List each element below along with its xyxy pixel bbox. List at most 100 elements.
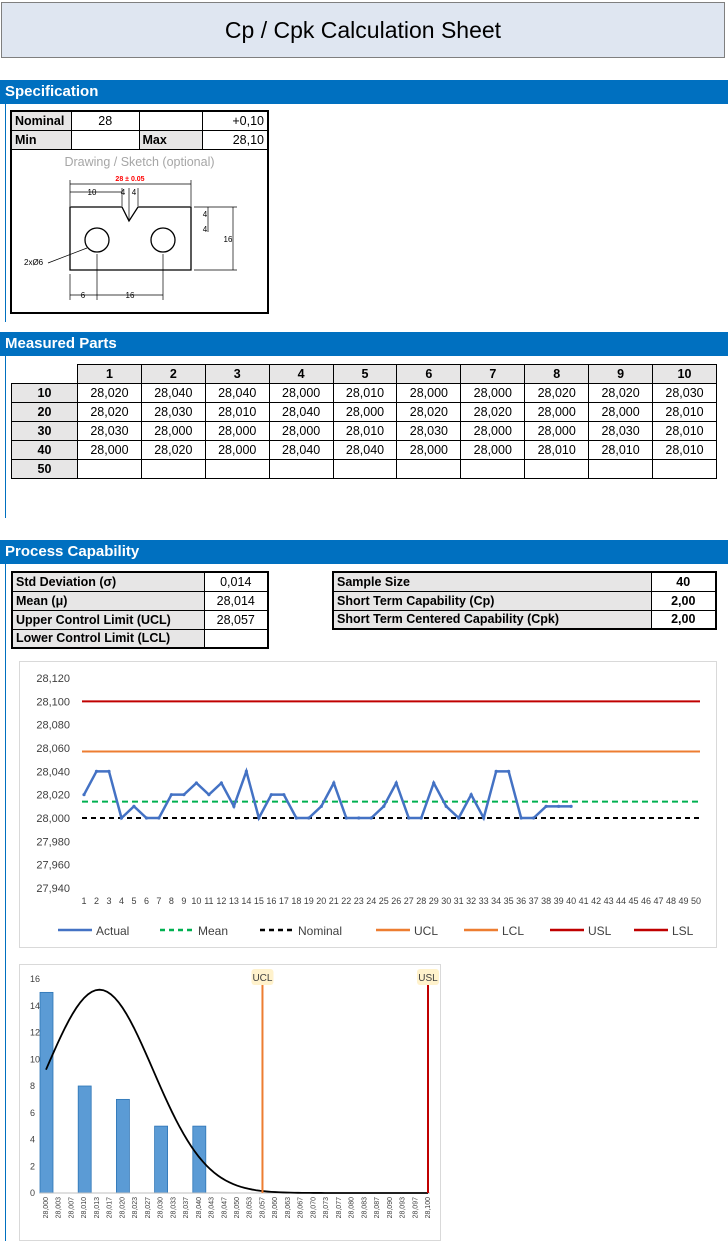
measurement-cell[interactable]: 28,040 — [268, 402, 334, 422]
actual-point — [507, 769, 511, 773]
histogram-frame[interactable]: 16 14 12 10 8 6 4 2 0 28,000 28,003 28,007 28,010 28,… — [19, 964, 441, 1241]
histogram-bar — [116, 1098, 130, 1194]
control-chart: 28,120 28,100 28,080 28,060 28,040 28,020 28,0… — [36, 673, 701, 938]
ucl-value: 28,057 — [203, 609, 269, 630]
dim-4c-label: 4 — [203, 210, 208, 219]
measurement-cell[interactable]: 28,010 — [652, 440, 717, 460]
measurement-cell[interactable]: 28,000 — [77, 440, 142, 460]
measurement-cell[interactable] — [652, 459, 717, 479]
measurement-cell[interactable]: 28,000 — [268, 383, 334, 403]
measurement-cell[interactable]: 28,000 — [268, 421, 334, 441]
dim-6-label: 6 — [81, 291, 86, 300]
measurement-cell[interactable]: 28,000 — [460, 440, 526, 460]
measurement-cell[interactable]: 28,020 — [396, 402, 462, 422]
x-tick-label: 28,087 — [374, 1197, 381, 1219]
measurement-cell[interactable] — [268, 459, 334, 479]
measurement-cell[interactable]: 28,020 — [524, 383, 590, 403]
measurement-cell[interactable]: 28,040 — [140, 383, 206, 403]
x-tick-label: 41 — [579, 896, 589, 906]
measurement-cell[interactable]: 28,040 — [332, 440, 398, 460]
measurement-cell[interactable]: 28,000 — [460, 383, 526, 403]
measurement-cell[interactable]: 28,010 — [524, 440, 590, 460]
x-tick-label: 45 — [629, 896, 639, 906]
measurement-cell[interactable]: 28,010 — [332, 383, 398, 403]
measurement-cell[interactable]: 28,030 — [588, 421, 654, 441]
measurement-cell[interactable]: 28,000 — [524, 421, 590, 441]
hole-left — [84, 227, 110, 253]
x-tick-label: 28,030 — [158, 1197, 165, 1219]
x-tick-label: 31 — [454, 896, 464, 906]
empty-corner — [12, 365, 78, 384]
x-tick-label: 7 — [156, 896, 161, 906]
x-tick-label: 35 — [504, 896, 514, 906]
actual-point — [569, 804, 573, 808]
nominal-value[interactable]: 28 — [70, 111, 140, 131]
tolerance-value[interactable]: +0,10 — [202, 111, 268, 131]
x-tick-label: 38 — [541, 896, 551, 906]
measurement-cell[interactable] — [524, 459, 590, 479]
measurement-cell[interactable]: 28,000 — [140, 421, 206, 441]
x-tick-label: 13 — [229, 896, 239, 906]
measurement-cell[interactable]: 28,010 — [652, 402, 717, 422]
std-deviation-value: 0,014 — [203, 571, 269, 592]
control-chart-frame[interactable]: 28,120 28,100 28,080 28,060 28,040 28,020 28,0… — [19, 661, 717, 948]
nominal-label: Nominal — [11, 111, 72, 131]
lcl-value — [203, 628, 269, 649]
measurement-cell[interactable]: 28,020 — [77, 402, 142, 422]
measurement-cell[interactable]: 28,020 — [460, 402, 526, 422]
measurement-cell[interactable] — [77, 459, 142, 479]
measurement-cell[interactable]: 28,030 — [77, 421, 142, 441]
measurement-cell[interactable]: 28,000 — [396, 440, 462, 460]
x-tick-label: 28,100 — [425, 1197, 432, 1219]
measurement-cell[interactable]: 28,030 — [396, 421, 462, 441]
dim-4b-label: 4 — [132, 188, 137, 197]
measurement-cell[interactable] — [332, 459, 398, 479]
legend-label: Mean — [198, 924, 228, 938]
measurement-cell[interactable] — [396, 459, 462, 479]
column-header: 2 — [140, 364, 206, 384]
measurement-cell[interactable]: 28,040 — [268, 440, 334, 460]
actual-point — [432, 781, 436, 785]
measurement-cell[interactable]: 28,020 — [140, 440, 206, 460]
x-tick-label: 50 — [691, 896, 701, 906]
measurement-cell[interactable]: 28,010 — [204, 402, 270, 422]
x-tick-label: 28,013 — [94, 1197, 101, 1219]
measurement-cell[interactable]: 28,000 — [204, 421, 270, 441]
column-header: 1 — [77, 364, 142, 384]
measurement-cell[interactable]: 28,000 — [332, 402, 398, 422]
measurement-cell[interactable] — [140, 459, 206, 479]
measurement-cell[interactable]: 28,000 — [588, 402, 654, 422]
actual-point — [257, 816, 261, 820]
measurement-cell[interactable] — [588, 459, 654, 479]
measurement-cell[interactable]: 28,010 — [588, 440, 654, 460]
min-value[interactable] — [70, 130, 140, 150]
column-header: 10 — [652, 364, 717, 384]
actual-point — [444, 804, 448, 808]
x-tick-label: 19 — [304, 896, 314, 906]
measurement-cell[interactable]: 28,000 — [396, 383, 462, 403]
measurement-cell[interactable]: 28,010 — [652, 421, 717, 441]
y-tick-label: 28,120 — [36, 673, 70, 685]
y-tick-label: 14 — [30, 1001, 40, 1011]
part-outline — [69, 206, 192, 271]
measurement-cell[interactable]: 28,020 — [77, 383, 142, 403]
measurement-cell[interactable]: 28,040 — [204, 383, 270, 403]
measurement-cell[interactable]: 28,000 — [460, 421, 526, 441]
max-value[interactable]: 28,10 — [202, 130, 268, 150]
row-header: 50 — [11, 459, 78, 479]
measurement-cell[interactable]: 28,020 — [588, 383, 654, 403]
measurement-cell[interactable]: 28,030 — [140, 402, 206, 422]
measurement-cell[interactable]: 28,030 — [652, 383, 717, 403]
x-tick-label: 22 — [341, 896, 351, 906]
actual-point — [357, 816, 361, 820]
x-tick-label: 28,097 — [412, 1197, 419, 1219]
measurement-cell[interactable] — [460, 459, 526, 479]
x-tick-label: 25 — [379, 896, 389, 906]
dim-16-bottom-label: 16 — [126, 291, 135, 300]
y-tick-label: 27,940 — [36, 883, 70, 895]
measurement-cell[interactable]: 28,000 — [204, 440, 270, 460]
measurement-cell[interactable] — [204, 459, 270, 479]
measurement-cell[interactable]: 28,000 — [524, 402, 590, 422]
measurement-cell[interactable]: 28,010 — [332, 421, 398, 441]
actual-point — [182, 793, 186, 797]
